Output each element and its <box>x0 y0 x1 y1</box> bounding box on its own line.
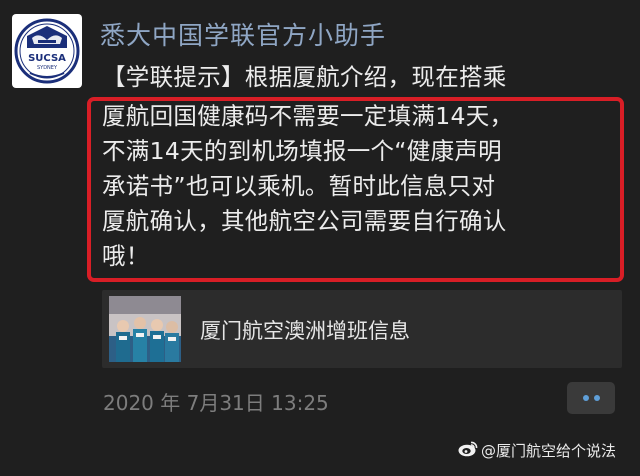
weibo-icon <box>458 440 478 461</box>
avatar-logo-subtext: SYDNEY <box>37 65 58 71</box>
more-dots-icon <box>582 395 589 401</box>
avatar-logo-text: SUCSA <box>28 53 66 64</box>
message-line: 【学联提示】根据厦航介绍，现在搭乘 <box>102 63 507 91</box>
message-timestamp: 2020 年 7月31日 13:25 <box>103 391 329 415</box>
link-card-title[interactable]: 厦门航空澳洲增班信息 <box>200 315 410 345</box>
more-options-button[interactable] <box>567 382 615 414</box>
article-link-card[interactable]: 厦门航空澳洲增班信息 <box>102 290 622 368</box>
chat-screen: SUCSA SYDNEY 悉大中国学联官方小助手 【学联提示】根据厦航介绍，现在… <box>0 0 640 476</box>
sender-name[interactable]: 悉大中国学联官方小助手 <box>100 16 386 52</box>
watermark-text: @厦门航空给个说法 <box>481 442 617 460</box>
flight-attendants-photo-icon <box>109 296 181 362</box>
sucsa-logo-icon[interactable]: SUCSA SYDNEY <box>12 14 82 88</box>
more-dots-icon <box>593 395 600 401</box>
highlight-annotation <box>87 97 624 282</box>
weibo-watermark: @厦门航空给个说法 <box>458 440 616 461</box>
